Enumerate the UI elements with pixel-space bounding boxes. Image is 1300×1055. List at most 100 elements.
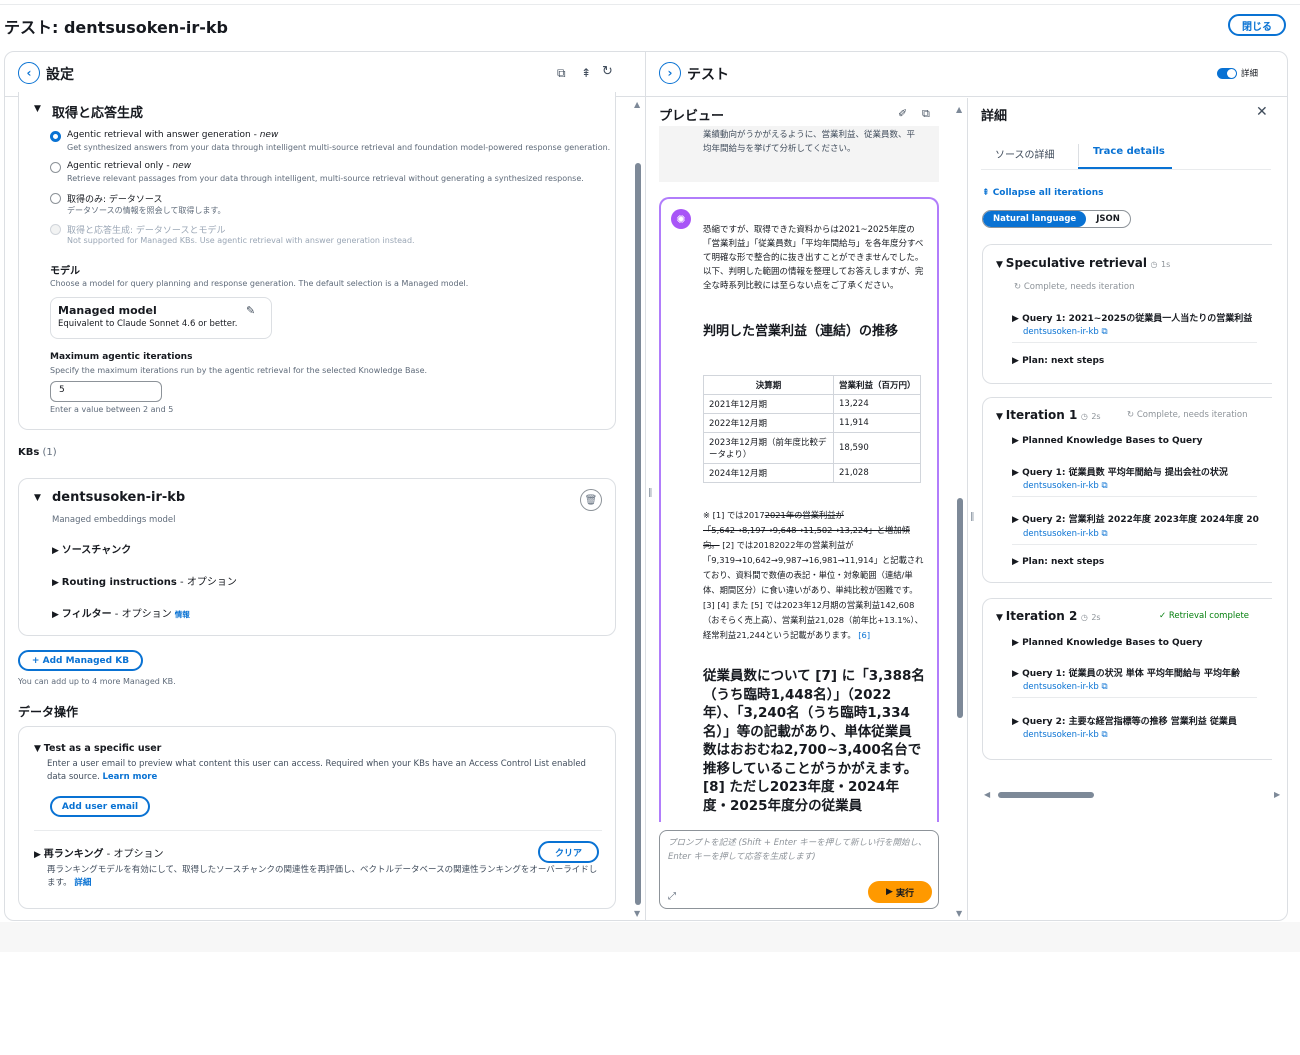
it2-q2-source-link[interactable]: dentsusoken-ir-kb ⧉ (1023, 730, 1108, 740)
close-button[interactable]: 閉じる (1228, 14, 1286, 36)
seg-natural-language[interactable]: Natural language (983, 211, 1087, 227)
it2-planned[interactable]: ▶ Planned Knowledge Bases to Query (1012, 638, 1202, 648)
page-title: テスト: dentsusoken-ir-kb (4, 18, 228, 37)
it2-query-1[interactable]: ▶ Query 1: 従業員の状況 単体 平均年間給与 平均年齢 (1012, 666, 1240, 679)
scroll-left-icon[interactable]: ◀ (984, 790, 990, 799)
trash-icon: 🗑 (584, 494, 598, 506)
kb-item-routing[interactable]: ▶ Routing instructions - オプション (52, 573, 237, 588)
option-desc: Retrieve relevant passages from your dat… (67, 174, 584, 183)
scroll-down-icon[interactable]: ▼ (634, 909, 640, 918)
caret-down-icon[interactable]: ▼ (34, 493, 41, 503)
external-link-icon: ⧉ (1101, 730, 1108, 740)
detail-link[interactable]: 詳細 (74, 878, 91, 888)
iteration-1-header[interactable]: ▼ Iteration 1 ◷ 2s (996, 408, 1101, 422)
data-ops-title: データ操作 (18, 705, 79, 719)
chevron-left-icon: ‹ (26, 66, 32, 80)
scroll-up-icon[interactable]: ▲ (634, 100, 640, 109)
it1-query-1[interactable]: ▶ Query 1: 従業員数 平均年間給与 提出会社の状況 (1012, 465, 1228, 478)
plus-icon: + (31, 655, 43, 666)
kb-item-filter[interactable]: ▶ フィルター - オプション 情報 (52, 605, 190, 620)
radio-agentic-only[interactable] (50, 162, 61, 173)
details-title: 詳細 (981, 109, 1008, 124)
response-intro: 恐縮ですが、取得できた資料からは2021~2025年度の「営業利益」「従業員数」… (703, 225, 924, 291)
separator (1012, 544, 1257, 545)
option-desc: Not supported for Managed KBs. Use agent… (67, 236, 415, 245)
external-link-icon: ⧉ (1101, 529, 1108, 539)
resize-handle-icon[interactable]: ‖ (648, 488, 653, 498)
settings-title: 設定 (46, 67, 74, 83)
clear-button[interactable]: クリア (538, 841, 599, 863)
resize-icon[interactable]: ⤢ (668, 891, 676, 902)
radio-retrieve-only[interactable] (50, 193, 61, 204)
it1-plan[interactable]: ▶ Plan: next steps (1012, 557, 1104, 567)
seg-json[interactable]: JSON (1086, 211, 1130, 227)
add-kb-button[interactable]: + Add Managed KB (18, 650, 143, 671)
kb-name[interactable]: dentsusoken-ir-kb (52, 490, 185, 505)
table-row: 2022年12月期 11,914 (703, 413, 921, 433)
copy-icon[interactable]: ⧉ (922, 107, 930, 121)
expand-test-button[interactable]: › (659, 62, 681, 84)
tab-trace-details[interactable]: Trace details (1093, 146, 1165, 157)
it1-q1-source-link[interactable]: dentsusoken-ir-kb ⧉ (1023, 481, 1108, 491)
table-row: 2023年12月期（前年度比較データより） 18,590 (703, 432, 921, 464)
refresh-icon[interactable]: ↻ (602, 64, 613, 79)
add-kb-hint: You can add up to 4 more Managed KB. (18, 677, 176, 686)
spec-query-1[interactable]: ▶ Query 1: 2021~2025の従業員一人当たりの営業利益 (1012, 311, 1252, 324)
retry-icon: ↻ (1127, 410, 1135, 420)
pin-icon[interactable]: ⇞ (581, 66, 591, 80)
chat-scrollbar[interactable] (957, 498, 963, 718)
it2-q1-source-link[interactable]: dentsusoken-ir-kb ⧉ (1023, 682, 1108, 692)
resize-handle-icon[interactable]: ‖ (970, 512, 975, 522)
option-label: Agentic retrieval with answer generation… (67, 130, 279, 140)
chevron-right-icon: › (667, 66, 673, 80)
iter-input[interactable]: 5 (50, 381, 162, 402)
clean-icon[interactable]: ✐ (898, 107, 907, 120)
option-desc: Get synthesized answers from your data t… (67, 143, 611, 152)
kb-item-source-chunks[interactable]: ▶ ソースチャンク (52, 541, 131, 556)
scroll-up-icon[interactable]: ▲ (956, 105, 962, 114)
scroll-down-icon[interactable]: ▼ (956, 909, 962, 918)
radio-agentic-answer[interactable] (50, 131, 61, 142)
option-label: Agentic retrieval only - new (67, 161, 192, 171)
add-user-email-button[interactable]: Add user email (50, 796, 150, 817)
it1-query-2[interactable]: ▶ Query 2: 営業利益 2022年度 2023年度 2024年度 20 (1012, 512, 1259, 525)
rerank-toggle[interactable]: ▶ 再ランキング - オプション (34, 845, 163, 860)
section-title[interactable]: 取得と応答生成 (52, 102, 143, 121)
run-button[interactable]: ▶ 実行 (868, 881, 932, 903)
details-toggle[interactable] (1217, 68, 1237, 79)
collapse-settings-button[interactable]: ‹ (18, 62, 40, 84)
user-prompt-text: 業績動向がうかがえるように、営業利益、従業員数、平均年間給与を挙げて分析してくだ… (703, 130, 915, 154)
spec-plan[interactable]: ▶ Plan: next steps (1012, 356, 1104, 366)
spec-q1-source-link[interactable]: dentsusoken-ir-kb ⧉ (1023, 327, 1108, 337)
delete-kb-button[interactable]: 🗑 (580, 489, 602, 511)
settings-scrollbar[interactable] (635, 163, 641, 905)
close-icon[interactable]: ✕ (1256, 104, 1268, 120)
divider-left (645, 52, 646, 920)
it2-query-2[interactable]: ▶ Query 2: 主要な経営指標等の推移 営業利益 従業員 (1012, 714, 1237, 727)
model-label: モデル (50, 266, 80, 277)
speculative-header[interactable]: ▼ Speculative retrieval ◷ 1s (996, 256, 1170, 270)
test-user-desc: Enter a user email to preview what conte… (47, 759, 586, 782)
table-row: 2024年12月期 21,028 (703, 463, 921, 483)
caret-down-icon[interactable]: ▼ (34, 104, 41, 114)
it1-status: ↻ Complete, needs iteration (1127, 410, 1248, 420)
iteration-2-header[interactable]: ▼ Iteration 2 ◷ 2s (996, 609, 1101, 623)
collapse-icon: ⇞ (982, 188, 990, 198)
iter-hint: Enter a value between 2 and 5 (50, 405, 174, 414)
learn-more-link[interactable]: Learn more (102, 772, 157, 782)
tabs-divider (981, 169, 1271, 170)
format-segmented-control[interactable]: Natural language JSON (982, 210, 1131, 228)
copy-icon[interactable]: ⧉ (557, 66, 566, 81)
tab-source-details[interactable]: ソースの詳細 (995, 146, 1055, 161)
scroll-right-icon[interactable]: ▶ (1274, 790, 1280, 799)
it1-planned[interactable]: ▶ Planned Knowledge Bases to Query (1012, 436, 1202, 446)
it1-q2-source-link[interactable]: dentsusoken-ir-kb ⧉ (1023, 529, 1108, 539)
collapse-all-link[interactable]: ⇞ Collapse all iterations (982, 188, 1103, 198)
profit-notes: ※ [1] では20172021年の営業利益が「5,642→8,197→9,64… (703, 510, 924, 640)
details-h-scrollbar[interactable] (998, 792, 1094, 798)
iter-label: Maximum agentic iterations (50, 352, 193, 362)
model-name: Managed model (58, 304, 157, 317)
test-user-toggle[interactable]: ▼ Test as a specific user (34, 743, 161, 754)
separator (1012, 342, 1257, 343)
edit-icon[interactable]: ✎ (246, 304, 255, 317)
